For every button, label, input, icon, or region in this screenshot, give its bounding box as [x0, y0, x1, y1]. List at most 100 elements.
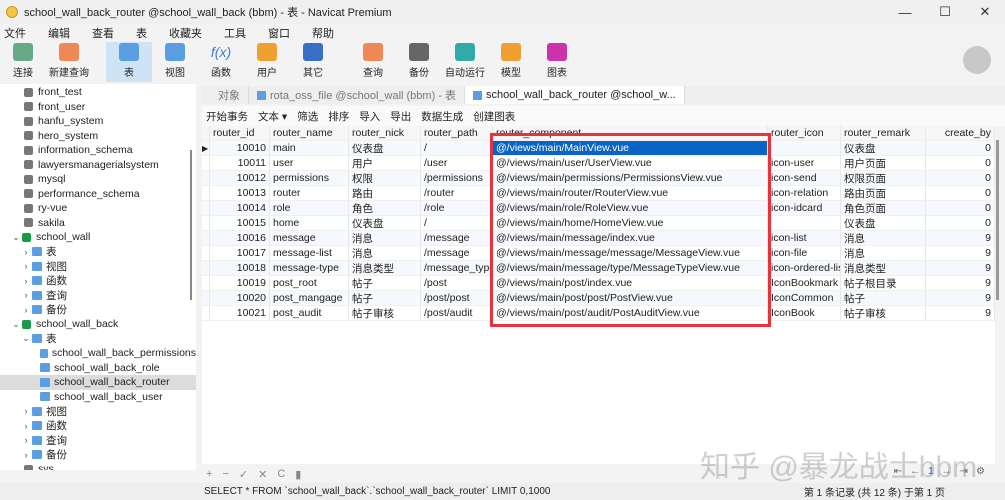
record-button[interactable]: ✕	[258, 468, 267, 481]
table-cell[interactable]: 10010	[210, 141, 270, 155]
table-cell[interactable]: /post	[421, 276, 493, 290]
table-cell[interactable]: post_audit	[270, 306, 349, 320]
column-header[interactable]: router_path	[421, 126, 493, 140]
tree-item[interactable]: ⌄ school_wall	[0, 230, 196, 245]
table-cell[interactable]: post_root	[270, 276, 349, 290]
chevron-icon[interactable]: ›	[20, 247, 32, 257]
table-cell[interactable]: /message	[421, 246, 493, 260]
table-cell[interactable]: 仪表盘	[841, 216, 926, 230]
table-cell[interactable]: /router	[421, 186, 493, 200]
toolbar-button[interactable]: 文本 ▾	[258, 109, 287, 124]
table-cell[interactable]: user	[270, 156, 349, 170]
table-cell[interactable]: 用户页面	[841, 156, 926, 170]
menu-item[interactable]: 工具	[224, 25, 246, 41]
toolbar-button[interactable]: 导入	[359, 109, 380, 124]
toolbar-button[interactable]: 排序	[328, 109, 349, 124]
menu-item[interactable]: 表	[136, 25, 147, 41]
table-cell[interactable]: role	[270, 201, 349, 215]
table-cell[interactable]: 10021	[210, 306, 270, 320]
tree-item[interactable]: ry-vue	[0, 201, 196, 216]
tree-item[interactable]: school_wall_back_permissions	[0, 346, 196, 361]
table-cell[interactable]: /post/audit	[421, 306, 493, 320]
menu-item[interactable]: 编辑	[48, 25, 70, 41]
avatar[interactable]	[963, 46, 991, 74]
table-cell[interactable]: 帖子审核	[349, 306, 421, 320]
table-cell[interactable]: 帖子	[349, 291, 421, 305]
table-cell[interactable]: 10016	[210, 231, 270, 245]
table-cell[interactable]: 角色页面	[841, 201, 926, 215]
record-button[interactable]: −	[222, 468, 228, 480]
tree-item[interactable]: front_test	[0, 85, 196, 100]
tree-item[interactable]: lawyersmanagerialsystem	[0, 158, 196, 173]
table-cell[interactable]: IconBook	[768, 306, 841, 320]
tree-item[interactable]: hero_system	[0, 129, 196, 144]
table-cell[interactable]: 消息类型	[841, 261, 926, 275]
table-cell[interactable]: 9	[926, 291, 995, 305]
tree-item[interactable]: › 函数	[0, 419, 196, 434]
toolbar-button[interactable]: 开始事务	[206, 109, 248, 124]
minimize-button[interactable]: —	[885, 5, 925, 20]
tree-item[interactable]: › 视图	[0, 259, 196, 274]
tab[interactable]: 对象	[202, 86, 249, 104]
table-cell[interactable]: /post/post	[421, 291, 493, 305]
table-cell[interactable]: 消息	[841, 246, 926, 260]
table-cell[interactable]: 帖子	[349, 276, 421, 290]
toolbar-button[interactable]: 新建查询	[46, 42, 92, 82]
tree-item[interactable]: school_wall_back_role	[0, 361, 196, 376]
column-header[interactable]: router_icon	[768, 126, 841, 140]
chevron-icon[interactable]: ›	[20, 406, 32, 416]
chevron-icon[interactable]: ›	[20, 290, 32, 300]
menu-item[interactable]: 窗口	[268, 25, 290, 41]
tree-item[interactable]: school_wall_back_user	[0, 390, 196, 405]
column-header[interactable]: create_by	[926, 126, 995, 140]
tab[interactable]: school_wall_back_router @school_w...	[465, 86, 685, 104]
table-cell[interactable]: 权限页面	[841, 171, 926, 185]
table-cell[interactable]: /	[421, 141, 493, 155]
record-button[interactable]: C	[277, 468, 285, 480]
table-cell[interactable]: permissions	[270, 171, 349, 185]
table-cell[interactable]: 9	[926, 306, 995, 320]
column-header[interactable]: router_id	[210, 126, 270, 140]
table-cell[interactable]: message-type	[270, 261, 349, 275]
menu-item[interactable]: 查看	[92, 25, 114, 41]
table-cell[interactable]: 帖子根目录	[841, 276, 926, 290]
table-cell[interactable]: 10014	[210, 201, 270, 215]
table-cell[interactable]: icon-send	[768, 171, 841, 185]
tree-item[interactable]: › 表	[0, 245, 196, 260]
menu-item[interactable]: 帮助	[312, 25, 334, 41]
table-cell[interactable]: 权限	[349, 171, 421, 185]
toolbar-button[interactable]: 表	[106, 42, 152, 82]
toolbar-button[interactable]: 数据生成	[421, 109, 463, 124]
table-cell[interactable]: 0	[926, 201, 995, 215]
toolbar-button[interactable]: 图表	[534, 42, 580, 82]
tree-item[interactable]: › 函数	[0, 274, 196, 289]
table-cell[interactable]: post_mangage	[270, 291, 349, 305]
table-cell[interactable]: icon-list	[768, 231, 841, 245]
table-cell[interactable]: icon-ordered-lis	[768, 261, 841, 275]
tree-item[interactable]: front_user	[0, 100, 196, 115]
tree-item[interactable]: school_wall_back_router	[0, 375, 196, 390]
chevron-icon[interactable]: ›	[20, 305, 32, 315]
tree-item[interactable]: › 查询	[0, 288, 196, 303]
chevron-icon[interactable]: ›	[20, 435, 32, 445]
table-cell[interactable]: 消息	[349, 231, 421, 245]
toolbar-button[interactable]: 备份	[396, 42, 442, 82]
tree-item[interactable]: hanfu_system	[0, 114, 196, 129]
tree-item[interactable]: performance_schema	[0, 187, 196, 202]
table-cell[interactable]: 仪表盘	[349, 216, 421, 230]
tree-item[interactable]: sys	[0, 462, 196, 470]
table-cell[interactable]: /user	[421, 156, 493, 170]
toolbar-button[interactable]: 筛选	[297, 109, 318, 124]
column-header[interactable]: router_name	[270, 126, 349, 140]
maximize-button[interactable]: ☐	[925, 4, 965, 20]
table-cell[interactable]: 0	[926, 186, 995, 200]
pager-button[interactable]: ⚙	[976, 466, 985, 477]
tree-item[interactable]: › 视图	[0, 404, 196, 419]
tree-item[interactable]: › 备份	[0, 303, 196, 318]
table-cell[interactable]: IconBookmark	[768, 276, 841, 290]
table-cell[interactable]: /message_type	[421, 261, 493, 275]
table-cell[interactable]: 消息	[841, 231, 926, 245]
table-cell[interactable]: 0	[926, 156, 995, 170]
table-cell[interactable]: icon-relation	[768, 186, 841, 200]
tree-item[interactable]: › 备份	[0, 448, 196, 463]
